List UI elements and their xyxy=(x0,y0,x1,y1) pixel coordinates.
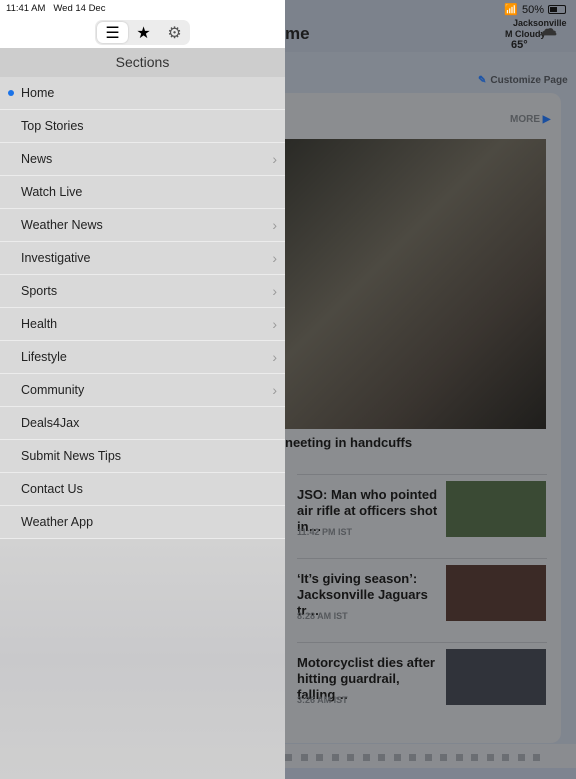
blurred-area xyxy=(0,539,285,779)
battery-percent: 50% xyxy=(521,3,544,16)
weather-city: Jacksonville xyxy=(513,18,567,28)
menu-item-label: Health xyxy=(21,317,58,331)
menu-item-label: Lifestyle xyxy=(21,350,67,364)
star-icon[interactable]: ★ xyxy=(128,22,159,43)
menu-item-weather-news[interactable]: Weather News › xyxy=(0,209,285,242)
pager-dot xyxy=(424,754,432,761)
gear-icon[interactable]: ⚙ xyxy=(159,22,190,43)
menu-header: 11:41 AM Wed 14 Dec ☰ ★ ⚙ xyxy=(0,0,285,48)
pager-dot xyxy=(471,754,478,761)
menu-item-investigative[interactable]: Investigative › xyxy=(0,242,285,275)
menu-item-news[interactable]: News › xyxy=(0,143,285,176)
menu-item-label: Submit News Tips xyxy=(21,449,122,463)
chevron-right-icon: › xyxy=(272,316,277,332)
menu-item-home[interactable]: Home xyxy=(0,77,285,110)
story-time: 3:26 AM IST xyxy=(297,695,348,705)
weather-widget[interactable]: Jacksonville M Cloudy 65° ☁ xyxy=(505,18,567,51)
menu-item-label: Weather App xyxy=(21,515,94,529)
menu-item-label: Deals4Jax xyxy=(21,416,80,430)
menu-tabs: ☰ ★ ⚙ xyxy=(95,20,190,45)
menu-item-lifestyle[interactable]: Lifestyle › xyxy=(0,341,285,374)
menu-item-submit-news-tips[interactable]: Submit News Tips xyxy=(0,440,285,473)
play-arrow-icon: ▶ xyxy=(542,114,551,125)
pager-dot xyxy=(347,754,354,761)
chevron-right-icon: › xyxy=(272,382,277,398)
menu-item-label: Top Stories xyxy=(21,119,84,133)
more-button[interactable]: MORE ▶ xyxy=(510,114,550,125)
pager-dot xyxy=(409,754,416,761)
pager-dot xyxy=(378,754,385,761)
chevron-right-icon: › xyxy=(272,349,277,365)
pager-dot xyxy=(533,754,540,761)
menu-item-label: Contact Us xyxy=(21,482,83,496)
status-right: 📶 50% xyxy=(504,3,566,16)
story-time: 11:42 PM IST xyxy=(297,527,353,537)
story-item[interactable]: JSO: Man who pointed air rifle at office… xyxy=(297,474,547,558)
more-label: MORE xyxy=(510,114,540,125)
sections-header: Sections xyxy=(0,48,285,77)
menu-item-deals4jax[interactable]: Deals4Jax xyxy=(0,407,285,440)
wifi-icon: 📶 xyxy=(504,4,518,16)
menu-item-contact-us[interactable]: Contact Us xyxy=(0,473,285,506)
pager-dot xyxy=(285,754,292,761)
list-icon[interactable]: ☰ xyxy=(97,22,128,43)
cloudy-icon: ☁ xyxy=(539,19,557,39)
menu-item-label: News xyxy=(21,152,53,166)
pager-dot xyxy=(517,754,525,761)
hero-image[interactable] xyxy=(285,139,546,429)
sections-menu: 11:41 AM Wed 14 Dec ☰ ★ ⚙ Sections Home Top… xyxy=(0,0,285,779)
menu-item-sports[interactable]: Sports › xyxy=(0,275,285,308)
status-time: 11:41 AM Wed 14 Dec xyxy=(6,3,106,14)
story-thumbnail xyxy=(446,649,546,705)
hero-headline[interactable]: neeting in handcuffs xyxy=(285,435,412,450)
menu-item-label: Home xyxy=(21,86,55,100)
menu-item-weather-app[interactable]: Weather App xyxy=(0,506,285,539)
pager-dot xyxy=(362,754,370,761)
menu-item-top-stories[interactable]: Top Stories xyxy=(0,110,285,143)
pager-dot xyxy=(455,754,463,761)
story-thumbnail xyxy=(446,481,546,537)
chevron-right-icon: › xyxy=(272,283,277,299)
menu-item-label: Weather News xyxy=(21,218,103,232)
pager-dot xyxy=(486,754,494,761)
menu-item-label: Watch Live xyxy=(21,185,83,199)
chevron-right-icon: › xyxy=(272,151,277,167)
pager-dot xyxy=(502,754,509,761)
page-title: me xyxy=(285,24,310,43)
story-item[interactable]: Motorcyclist dies after hitting guardrai… xyxy=(297,642,547,726)
battery-icon xyxy=(548,5,566,14)
menu-item-label: Sports xyxy=(21,284,58,298)
menu-item-label: Community xyxy=(21,383,85,397)
pager-dot xyxy=(331,754,339,761)
menu-item-label: Investigative xyxy=(21,251,91,265)
story-thumbnail xyxy=(446,565,546,621)
customize-page-button[interactable]: ✎ Customize Page xyxy=(478,75,568,86)
chevron-right-icon: › xyxy=(272,217,277,233)
story-time: 8:28 AM IST xyxy=(297,611,348,621)
menu-item-watch-live[interactable]: Watch Live xyxy=(0,176,285,209)
customize-label: Customize Page xyxy=(490,75,568,86)
weather-temp: 65° xyxy=(511,39,528,51)
menu-item-community[interactable]: Community › xyxy=(0,374,285,407)
pager-dot xyxy=(440,754,447,761)
selected-dot xyxy=(8,90,14,96)
pager-dot xyxy=(393,754,401,761)
story-item[interactable]: ‘It’s giving season’: Jacksonville Jagua… xyxy=(297,558,547,642)
pager-dot xyxy=(316,754,323,761)
pager-dots xyxy=(285,754,540,761)
pencil-icon: ✎ xyxy=(478,75,487,86)
menu-item-health[interactable]: Health › xyxy=(0,308,285,341)
chevron-right-icon: › xyxy=(272,250,277,266)
pager-dot xyxy=(300,754,308,761)
